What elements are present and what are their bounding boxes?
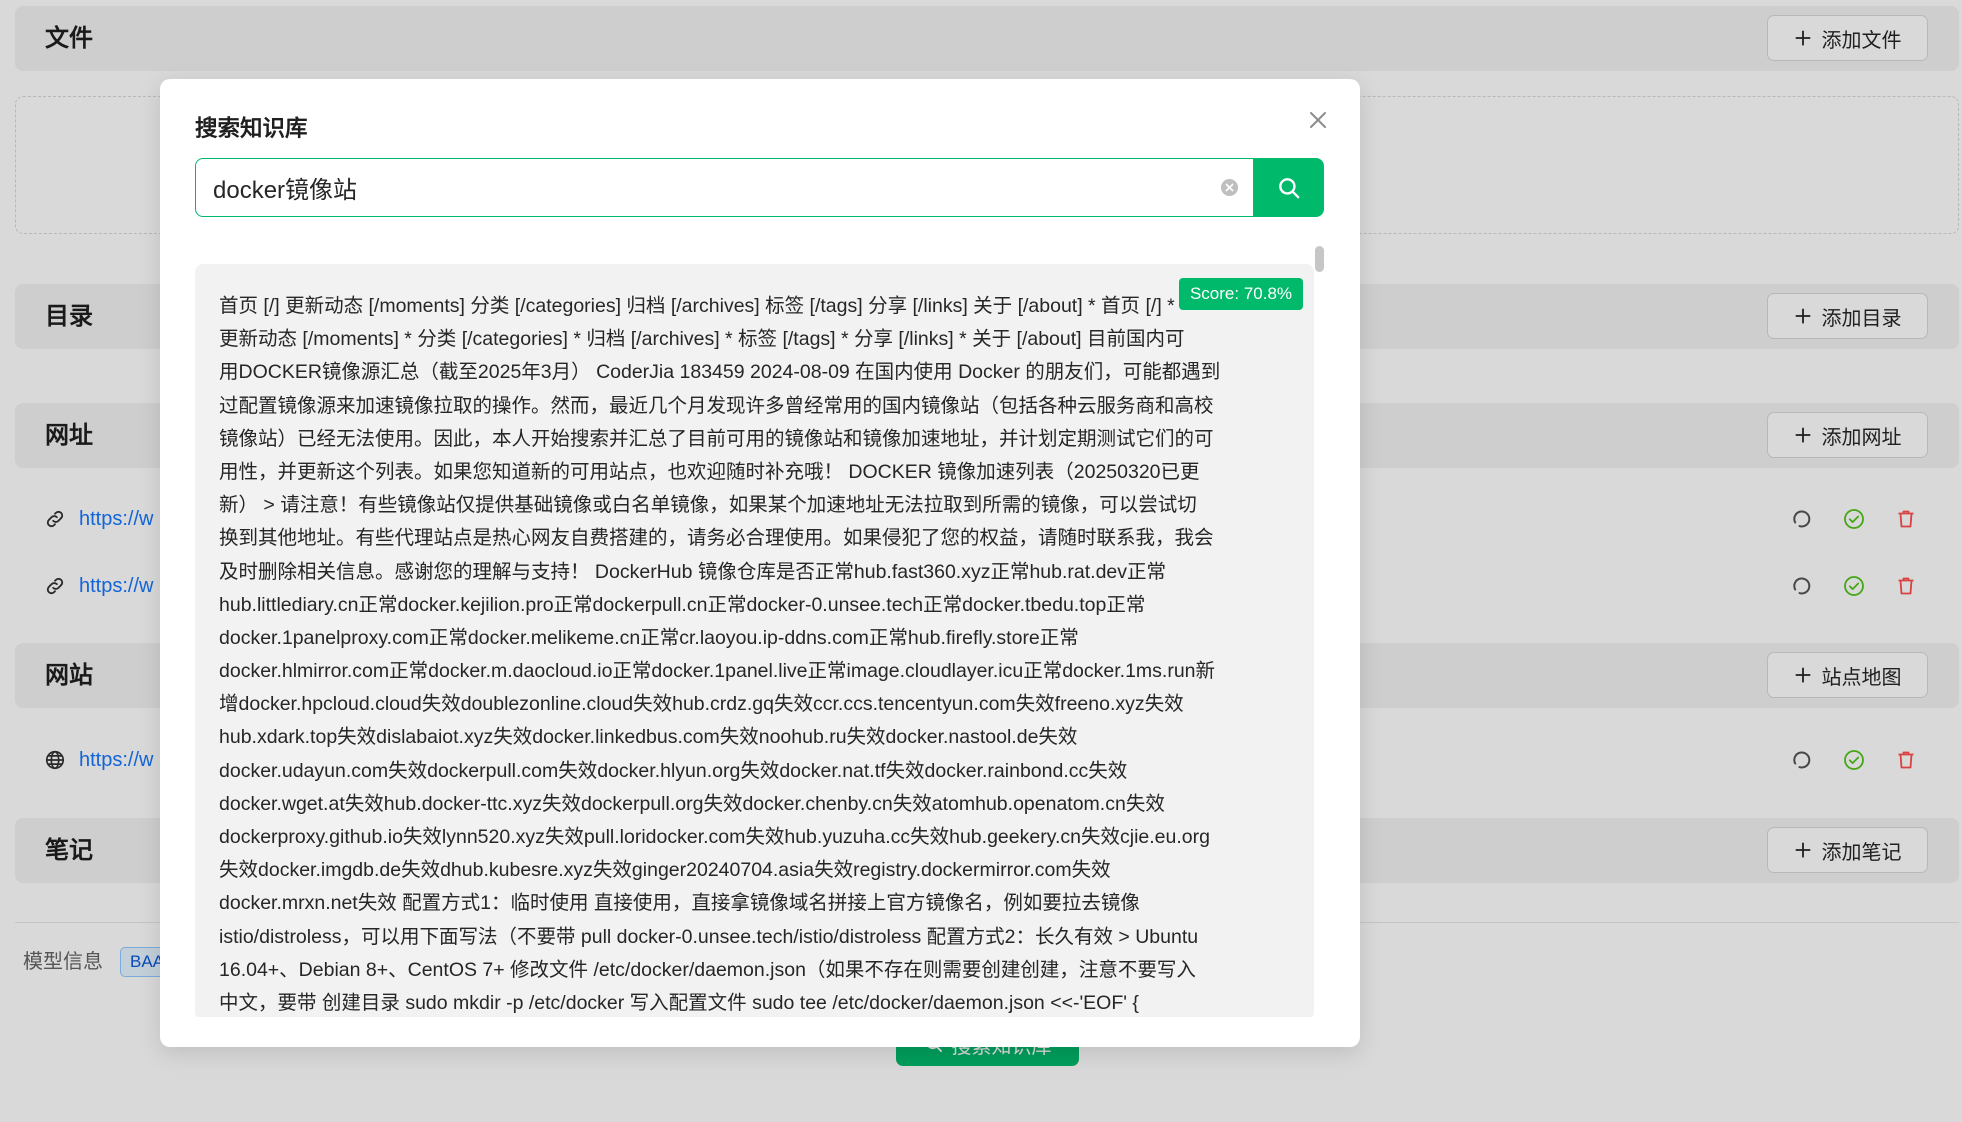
- result-text-line: 镜像站）已经无法使用。因此，本人开始搜索并汇总了目前可用的镜像站和镜像加速地址，…: [219, 427, 1214, 450]
- modal-title: 搜索知识库: [195, 116, 308, 141]
- result-text-line: 新） > 请注意！有些镜像站仅提供基础镜像或白名单镜像，如果某个加速地址无法拉取…: [219, 494, 1197, 517]
- result-text-line: 16.04+、Debian 8+、CentOS 7+ 修改文件 /etc/doc…: [219, 958, 1196, 981]
- search-icon: [1276, 175, 1302, 201]
- result-text-line: docker.1panelproxy.com正常docker.melikeme.…: [219, 626, 1079, 649]
- result-text-line: hub.xdark.top失效dislabaiot.xyz失效docker.li…: [219, 726, 1078, 749]
- result-text-line: docker.hlmirror.com正常docker.m.daocloud.i…: [219, 660, 1216, 683]
- result-text-line: 失效docker.imgdb.de失效dhub.kubesre.xyz失效gin…: [219, 859, 1111, 882]
- close-icon[interactable]: [1306, 108, 1330, 132]
- result-text-line: docker.udayun.com失效dockerpull.com失效docke…: [219, 759, 1128, 782]
- result-text: 首页 [/] 更新动态 [/moments] 分类 [/categories] …: [219, 290, 1298, 1017]
- result-text-line: 过配置镜像源来加速镜像拉取的操作。然而，最近几个月发现许多曾经常用的国内镜像站（…: [219, 394, 1214, 417]
- scrollbar-thumb[interactable]: [1315, 246, 1324, 272]
- result-text-line: 更新动态 [/moments] * 分类 [/categories] * 归档 …: [219, 328, 1185, 351]
- score-badge: Score: 70.8%: [1179, 278, 1303, 310]
- result-text-line: docker.mrxn.net失效 配置方式1：临时使用 直接使用，直接拿镜像域…: [219, 892, 1140, 915]
- result-text-line: istio/distroless，可以用下面写法（不要带 pull docker…: [219, 925, 1199, 948]
- search-button[interactable]: [1254, 158, 1324, 217]
- search-input[interactable]: [196, 159, 1206, 216]
- result-card: Score: 70.8% 首页 [/] 更新动态 [/moments] 分类 […: [195, 264, 1314, 1017]
- search-knowledge-base-modal: 搜索知识库 Score: 70.8% 首页 [/] 更新动态 [/moments…: [160, 79, 1360, 1047]
- result-text-line: hub.littlediary.cn正常docker.kejilion.pro正…: [219, 593, 1146, 616]
- result-text-line: 中文，要带 创建目录 sudo mkdir -p /etc/docker 写入配…: [219, 991, 1139, 1014]
- result-text-line: dockerproxy.github.io失效lynn520.xyz失效pull…: [219, 826, 1210, 848]
- result-text-line: 用DOCKER镜像源汇总（截至2025年3月） CoderJia 183459 …: [219, 361, 1221, 384]
- result-text-line: docker.wget.at失效hub.docker-ttc.xyz失效dock…: [219, 792, 1165, 815]
- clear-icon[interactable]: [1220, 178, 1239, 197]
- search-results[interactable]: Score: 70.8% 首页 [/] 更新动态 [/moments] 分类 […: [195, 240, 1324, 1017]
- result-text-line: 换到其他地址。有些代理站点是热心网友自费搭建的，请务必合理使用。如果侵犯了您的权…: [219, 527, 1214, 550]
- result-text-line: 及时删除相关信息。感谢您的理解与支持！ DockerHub 镜像仓库是否正常hu…: [219, 560, 1167, 583]
- search-field: [195, 158, 1254, 217]
- result-text-line: 增docker.hpcloud.cloud失效doublezonline.clo…: [219, 693, 1184, 716]
- search-bar: [195, 158, 1324, 217]
- result-text-line: 用性，并更新这个列表。如果您知道新的可用站点，也欢迎随时补充哦！ DOCKER …: [219, 460, 1200, 483]
- result-text-line: 首页 [/] 更新动态 [/moments] 分类 [/categories] …: [219, 295, 1175, 317]
